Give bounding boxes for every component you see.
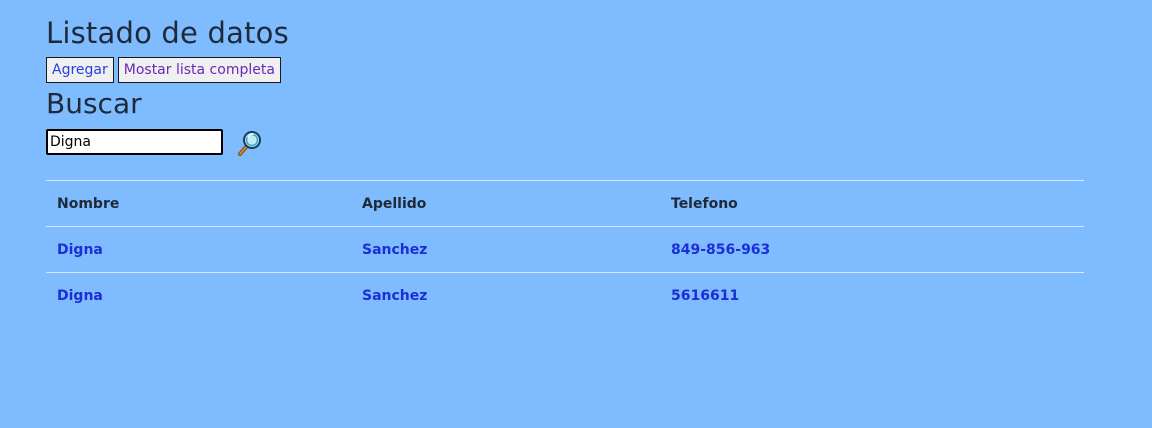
magnifier-icon[interactable] (236, 129, 264, 157)
content-container: Listado de datos Agregar Mostar lista co… (46, 14, 1084, 318)
add-button[interactable]: Agregar (46, 57, 114, 83)
page: Listado de datos Agregar Mostar lista co… (0, 0, 1152, 428)
header-nombre: Nombre (46, 180, 351, 227)
table-header-row: Nombre Apellido Telefono (46, 180, 1084, 227)
search-input[interactable] (46, 129, 223, 155)
header-apellido: Apellido (351, 180, 660, 227)
search-title: Buscar (46, 87, 142, 120)
cell-telefono[interactable]: 849-856-963 (660, 226, 1084, 273)
cell-apellido[interactable]: Sanchez (351, 226, 660, 273)
cell-nombre[interactable]: Digna (46, 226, 351, 273)
show-full-list-button[interactable]: Mostar lista completa (117, 57, 281, 83)
toolbar: Agregar Mostar lista completa (46, 57, 1084, 83)
search-row (46, 128, 1084, 158)
cell-telefono[interactable]: 5616611 (660, 272, 1084, 318)
cell-nombre[interactable]: Digna (46, 272, 351, 318)
results-table: Nombre Apellido Telefono Digna Sanchez 8… (46, 180, 1084, 318)
page-title: Listado de datos (46, 16, 289, 50)
cell-apellido[interactable]: Sanchez (351, 272, 660, 318)
table-row: Digna Sanchez 5616611 (46, 272, 1084, 318)
header-telefono: Telefono (660, 180, 1084, 227)
table-row: Digna Sanchez 849-856-963 (46, 226, 1084, 273)
